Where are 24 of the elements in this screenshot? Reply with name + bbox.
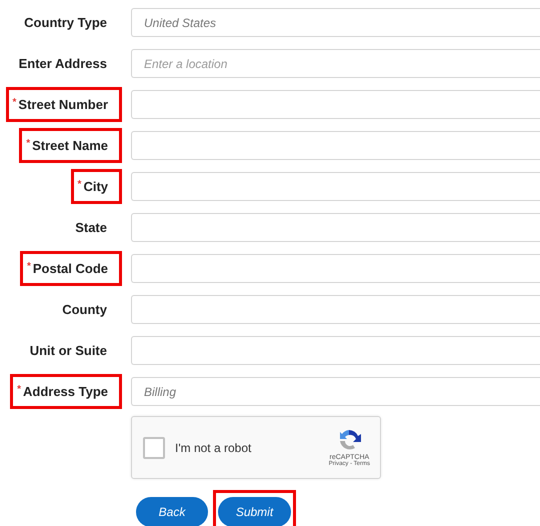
back-button[interactable]: Back — [136, 497, 208, 526]
input-field[interactable] — [131, 131, 540, 160]
input-field[interactable] — [131, 254, 540, 283]
input-field[interactable] — [131, 172, 540, 201]
field-label: *Postal Code — [20, 251, 122, 286]
field-label: Country Type — [24, 15, 107, 30]
field-label: *Address Type — [10, 374, 122, 409]
field-label: *City — [70, 169, 122, 204]
field-label: *Street Name — [19, 128, 122, 163]
select-field[interactable]: Billing — [131, 377, 540, 406]
field-label: Enter Address — [18, 56, 107, 71]
field-label: *Street Number — [6, 87, 122, 122]
input-field[interactable] — [131, 295, 540, 324]
field-label: Unit or Suite — [30, 343, 107, 358]
captcha-label: I'm not a robot — [175, 440, 252, 454]
submit-button[interactable]: Submit — [218, 497, 291, 526]
captcha-checkbox[interactable] — [143, 436, 165, 458]
select-field[interactable]: United States — [131, 8, 540, 37]
input-field[interactable] — [131, 213, 540, 242]
input-field[interactable] — [131, 336, 540, 365]
field-label: State — [75, 220, 107, 235]
input-field[interactable]: Enter a location — [131, 49, 540, 78]
input-field[interactable] — [131, 90, 540, 119]
field-label: County — [62, 302, 107, 317]
